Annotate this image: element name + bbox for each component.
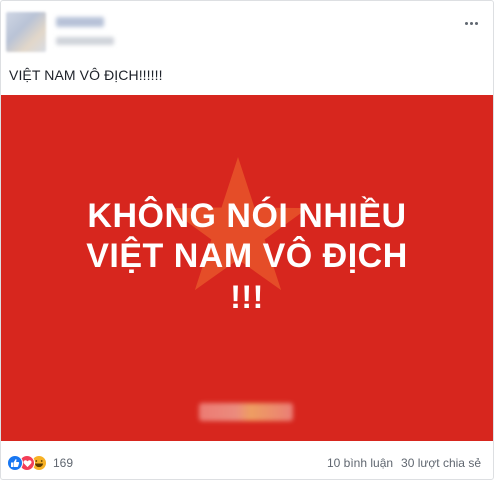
shares-count-link[interactable]: 30 lượt chia sẻ xyxy=(401,456,481,470)
more-icon-dot xyxy=(474,21,478,25)
post-image[interactable]: KHÔNG NÓI NHIỀU VIỆT NAM VÔ ĐỊCH !!! xyxy=(1,95,493,441)
reactions-summary[interactable]: 169 xyxy=(7,454,73,472)
post-card: VIỆT NAM VÔ ĐỊCH!!!!!! KHÔNG NÓI NHIỀU V… xyxy=(0,0,494,480)
post-header xyxy=(1,1,493,61)
post-timestamp-blurred[interactable] xyxy=(56,37,114,45)
image-text-line-2: VIỆT NAM VÔ ĐỊCH xyxy=(86,237,408,275)
engagement-stats: 10 bình luận 30 lượt chia sẻ xyxy=(327,456,481,470)
like-icon xyxy=(7,455,23,471)
reaction-count: 169 xyxy=(53,456,74,470)
author-name-blurred[interactable] xyxy=(56,17,104,27)
image-text-line-1: KHÔNG NÓI NHIỀU xyxy=(87,197,407,235)
blurred-watermark xyxy=(199,403,293,421)
more-icon xyxy=(464,21,468,25)
more-options-button[interactable] xyxy=(461,13,481,33)
avatar[interactable] xyxy=(6,12,46,52)
comments-count-link[interactable]: 10 bình luận xyxy=(327,456,393,470)
post-text: VIỆT NAM VÔ ĐỊCH!!!!!! xyxy=(9,67,163,83)
image-text-line-3: !!! xyxy=(230,279,264,315)
more-icon-dot xyxy=(469,21,473,25)
post-footer: 169 10 bình luận 30 lượt chia sẻ xyxy=(1,447,493,477)
